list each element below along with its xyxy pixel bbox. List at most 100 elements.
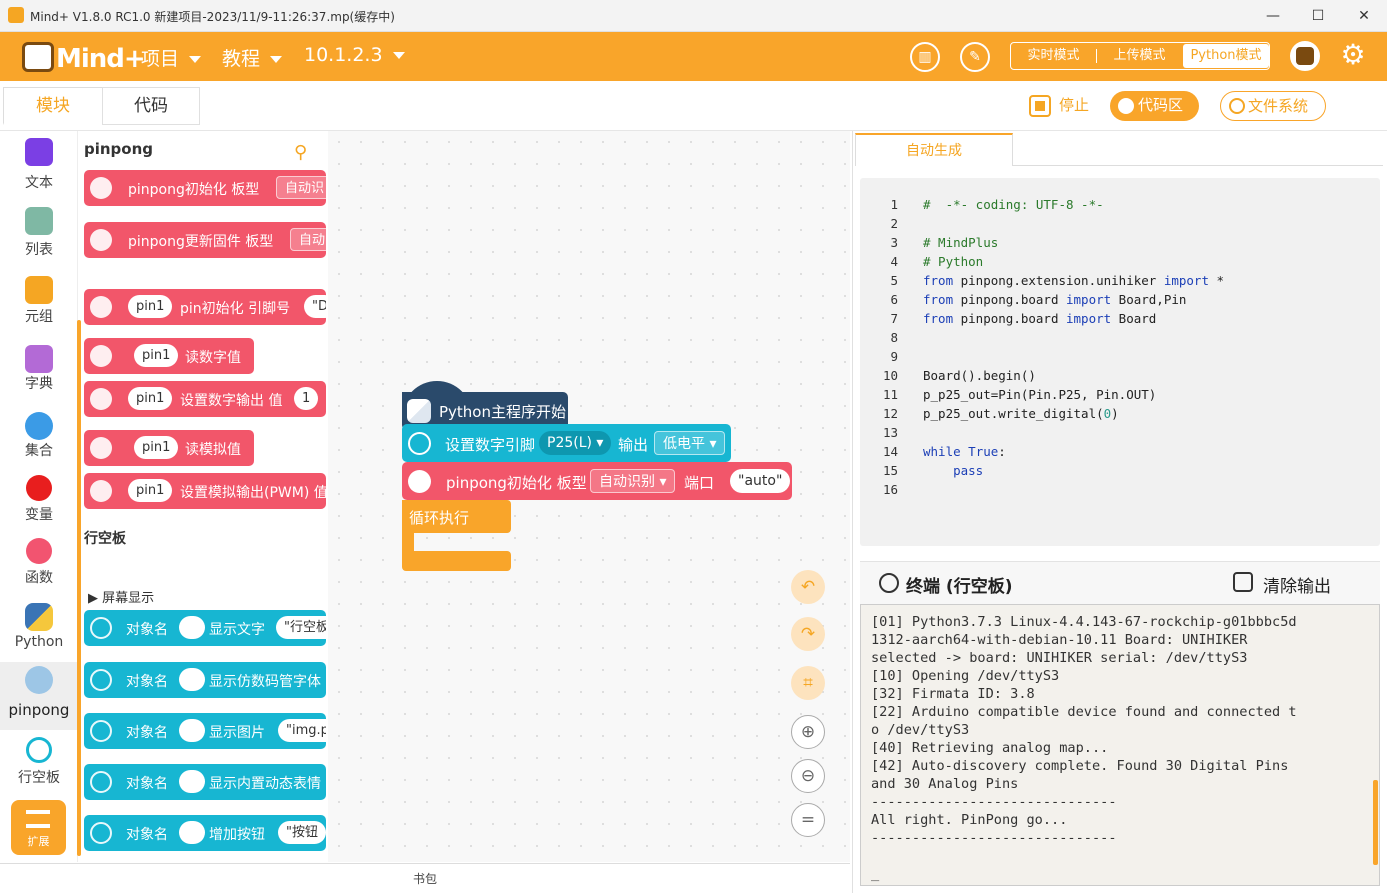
minimize-button[interactable]: — [1259, 4, 1287, 28]
line-number: 4 [890, 254, 898, 269]
block-read-digital[interactable]: pin1 读数字值 [84, 338, 254, 374]
check-icon [1118, 98, 1134, 114]
line-number: 6 [890, 292, 898, 307]
pinpong-icon [90, 229, 112, 251]
code-line: Board().begin() [923, 368, 1036, 383]
board-dropdown[interactable]: 自动识别 ▾ [590, 469, 676, 493]
unihiker-icon [90, 617, 112, 639]
pin-dropdown[interactable]: P25(L) ▾ [539, 431, 612, 455]
unihiker-icon [408, 432, 431, 455]
robot-logo-icon [22, 42, 54, 72]
code-area-button[interactable]: 代码区 [1110, 91, 1199, 121]
sidebar-item-tuple[interactable]: 元组 [0, 272, 78, 335]
pinpong-icon [408, 470, 431, 493]
pinpong-icon [90, 296, 112, 318]
tab-auto-generate[interactable]: 自动生成 [855, 133, 1013, 166]
zoom-out-icon[interactable]: ⊖ [791, 759, 825, 793]
block-show-text[interactable]: 对象名 显示文字 "行空板 [84, 610, 326, 646]
tab-blocks[interactable]: 模块 [3, 87, 103, 125]
palette-scrollbar[interactable] [77, 320, 81, 856]
line-number: 7 [890, 311, 898, 326]
gear-icon[interactable]: ⚙ [1339, 41, 1367, 69]
block-pin-init[interactable]: pin1 pin初始化 引脚号 "D [84, 289, 326, 325]
tab-code[interactable]: 代码 [102, 87, 200, 125]
code-line: # MindPlus [923, 235, 999, 250]
avatar[interactable] [1290, 41, 1320, 71]
block-forever-loop[interactable]: 循环执行 [402, 500, 511, 571]
subsection-screen-display[interactable]: ▶ 屏幕显示 [88, 587, 154, 606]
terminal-line: [40] Retrieving analog map... [871, 740, 1109, 756]
block-pinpong-init[interactable]: pinpong初始化 板型 自动识 [84, 170, 326, 206]
mode-realtime[interactable]: 实时模式 [1011, 43, 1096, 69]
sidebar-item-list[interactable]: 列表 [0, 203, 78, 266]
backpack-bar[interactable]: 书包 [0, 863, 850, 893]
extension-icon [26, 810, 50, 828]
line-number: 9 [890, 349, 898, 364]
window-title: Mind+ V1.8.0 RC1.0 新建项目-2023/11/9-11:26:… [30, 10, 395, 24]
zoom-reset-icon[interactable]: = [791, 803, 825, 837]
line-number: 5 [890, 273, 898, 288]
redo-icon[interactable]: ↷ [791, 617, 825, 651]
line-number: 10 [882, 368, 898, 383]
python-icon [25, 603, 53, 631]
stop-icon [1029, 95, 1051, 117]
terminal-output[interactable]: [01] Python3.7.3 Linux-4.4.143-67-rockch… [860, 604, 1380, 886]
sidebar-item-dict[interactable]: 字典 [0, 341, 78, 404]
mode-switch: 实时模式 上传模式 Python模式 [1010, 42, 1270, 70]
port-input[interactable]: "auto" [730, 469, 791, 493]
terminal-scrollbar[interactable] [1373, 780, 1378, 865]
block-show-image[interactable]: 对象名 显示图片 "img.p [84, 713, 326, 749]
mode-upload[interactable]: 上传模式 [1097, 43, 1182, 69]
line-number: 12 [882, 406, 898, 421]
block-read-analog[interactable]: pin1 读模拟值 [84, 430, 254, 466]
sidebar-item-python[interactable]: Python [0, 599, 78, 662]
clear-output-button[interactable]: 清除输出 [1263, 572, 1331, 597]
block-set-digital-pin[interactable]: 设置数字引脚 P25(L) ▾ 输出 低电平 ▾ [402, 424, 731, 462]
code-line: while True: [923, 444, 1006, 459]
block-set-digital-output[interactable]: pin1 设置数字输出 值1 [84, 381, 326, 417]
code-editor[interactable]: 1 # -*- coding: UTF-8 -*- 2 3 # MindPlus 4 # P… [860, 178, 1380, 546]
terminal-line: [22] Arduino compatible device found and… [871, 704, 1297, 720]
menu-project[interactable]: 项目 [141, 44, 202, 71]
close-button[interactable]: ✕ [1350, 4, 1378, 28]
mode-python[interactable]: Python模式 [1183, 44, 1269, 68]
sidebar-item-unihiker[interactable]: 行空板 [0, 733, 78, 796]
maximize-button[interactable]: ☐ [1304, 4, 1332, 28]
sidebar-item-function[interactable]: 函数 [0, 536, 78, 599]
terminal-line: [10] Opening /dev/ttyS3 [871, 668, 1060, 684]
pin-icon[interactable]: ⚲ [294, 142, 307, 163]
block-show-digital-font[interactable]: 对象名 显示仿数码管字体 [84, 662, 326, 698]
sidebar-item-set[interactable]: 集合 [0, 408, 78, 471]
menu-tutorial[interactable]: 教程 [222, 44, 283, 71]
stop-button[interactable]: 停止 [1027, 91, 1097, 121]
level-dropdown[interactable]: 低电平 ▾ [654, 431, 726, 455]
extension-button[interactable]: 扩展 [11, 800, 66, 855]
pinpong-icon [90, 480, 112, 502]
undo-icon[interactable]: ↶ [791, 570, 825, 604]
pinpong-icon [90, 437, 112, 459]
block-pinpong-init-workspace[interactable]: pinpong初始化 板型 自动识别 ▾ 端口 "auto" [402, 462, 792, 500]
eraser-icon[interactable] [1233, 572, 1253, 592]
block-show-emoji[interactable]: 对象名 显示内置动态表情 [84, 764, 326, 800]
code-line: # -*- coding: UTF-8 -*- [923, 197, 1104, 212]
block-pinpong-update-firmware[interactable]: pinpong更新固件 板型 自动 [84, 222, 326, 258]
menu-device[interactable]: 10.1.2.3 [304, 44, 405, 66]
sidebar-item-text[interactable]: 文本 [0, 134, 78, 197]
sidebar-item-variable[interactable]: 变量 [0, 473, 78, 536]
crop-icon[interactable]: ⌗ [791, 666, 825, 700]
terminal-line: [01] Python3.7.3 Linux-4.4.143-67-rockch… [871, 614, 1297, 630]
zoom-in-icon[interactable]: ⊕ [791, 715, 825, 749]
block-add-button[interactable]: 对象名 增加按钮 "按钮 [84, 815, 326, 851]
file-system-button[interactable]: 文件系统 [1220, 91, 1326, 121]
sidebar-item-pinpong[interactable]: pinpong [0, 662, 78, 730]
line-number: 11 [882, 387, 898, 402]
edit-icon[interactable]: ✎ [960, 42, 990, 72]
code-line: from pinpong.extension.unihiker import * [923, 273, 1225, 288]
terminal-line: ------------------------------ [871, 794, 1117, 810]
block-set-analog-output[interactable]: pin1 设置模拟输出(PWM) 值 [84, 473, 326, 509]
caret-right-icon: ▶ [88, 591, 103, 606]
unihiker-icon [90, 822, 112, 844]
pinpong-icon [90, 388, 112, 410]
chart-icon[interactable]: ▥ [910, 42, 940, 72]
code-line: p_p25_out.write_digital(0) [923, 406, 1119, 421]
